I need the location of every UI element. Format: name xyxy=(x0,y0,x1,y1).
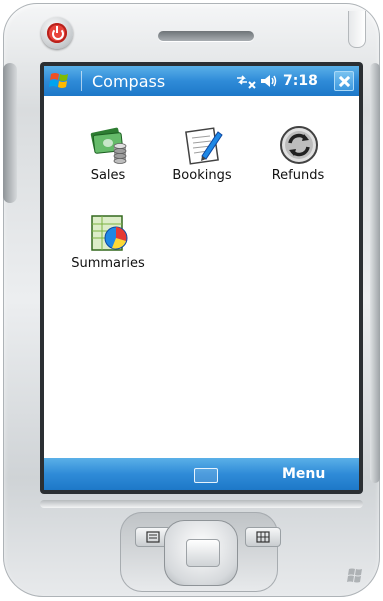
stylus-slot xyxy=(348,11,366,48)
app-label: Summaries xyxy=(71,256,145,271)
title-separator xyxy=(81,71,82,91)
windows-start-icon[interactable] xyxy=(48,70,76,92)
summaries-chart-icon xyxy=(91,215,128,251)
power-icon xyxy=(47,23,67,43)
bookings-notepad-icon xyxy=(185,127,223,165)
windows-logo-icon xyxy=(347,568,362,583)
screen: Compass 7:18 Sales Bookings Refunds Summ… xyxy=(44,66,359,490)
dpad-center-button[interactable] xyxy=(186,539,220,567)
side-button-left[interactable] xyxy=(3,63,17,203)
sales-money-icon xyxy=(90,127,127,164)
app-label: Bookings xyxy=(172,168,232,183)
close-icon[interactable] xyxy=(334,71,354,91)
volume-icon[interactable] xyxy=(260,73,278,89)
clock[interactable]: 7:18 xyxy=(283,73,318,89)
apps-button[interactable] xyxy=(245,527,281,547)
speaker-grille xyxy=(158,31,254,41)
app-refunds[interactable]: Refunds xyxy=(258,124,338,204)
app-label: Sales xyxy=(90,168,126,183)
app-label: Refunds xyxy=(271,168,325,183)
title-bar: Compass 7:18 xyxy=(44,66,359,96)
app-bookings[interactable]: Bookings xyxy=(162,124,242,204)
window-title: Compass xyxy=(92,72,166,91)
softkey-strip xyxy=(40,500,363,508)
menu-bar: Menu xyxy=(44,458,359,490)
side-rail-right xyxy=(370,63,380,483)
menu-softkey[interactable]: Menu xyxy=(282,466,325,482)
grid-icon xyxy=(256,531,270,543)
app-summaries[interactable]: Summaries xyxy=(68,212,148,292)
connectivity-icon[interactable] xyxy=(235,73,257,89)
power-button[interactable] xyxy=(41,17,73,49)
app-sales[interactable]: Sales xyxy=(68,124,148,204)
keyboard-icon[interactable] xyxy=(194,468,218,483)
refunds-recycle-icon xyxy=(280,126,318,164)
